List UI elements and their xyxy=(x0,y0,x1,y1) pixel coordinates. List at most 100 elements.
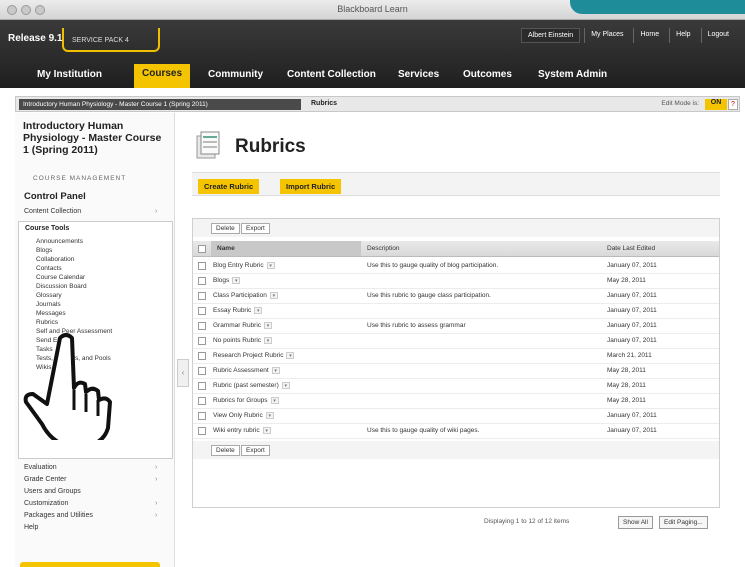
chevron-down-icon[interactable]: ▾ xyxy=(262,427,271,434)
tab-outcomes[interactable]: Outcomes xyxy=(463,69,512,80)
rubric-date: May 28, 2011 xyxy=(607,367,646,374)
row-checkbox[interactable] xyxy=(198,427,206,435)
rubric-name-link[interactable]: Rubric Assessment xyxy=(213,367,269,374)
column-date-last-edited[interactable]: Date Last Edited xyxy=(607,245,655,252)
tab-services[interactable]: Services xyxy=(398,69,439,80)
control-panel-heading: Control Panel xyxy=(24,191,86,202)
table-row: Blogs ▾ May 28, 2011 xyxy=(193,274,719,289)
rubric-name-link[interactable]: Wiki entry rubric xyxy=(213,427,260,434)
release-label: Release 9.1 xyxy=(8,33,63,44)
table-row: Rubric (past semester) ▾ May 28, 2011 xyxy=(193,379,719,394)
row-checkbox[interactable] xyxy=(198,412,206,420)
chevron-down-icon[interactable]: ▾ xyxy=(269,292,278,299)
row-checkbox[interactable] xyxy=(198,292,206,300)
row-checkbox[interactable] xyxy=(198,397,206,405)
table-row: Blog Entry Rubric ▾ Use this to gauge qua… xyxy=(193,259,719,274)
menu-help[interactable]: Help xyxy=(24,524,38,531)
chevron-down-icon[interactable]: ▾ xyxy=(266,262,275,269)
breadcrumb: Introductory Human Physiology - Master C… xyxy=(15,96,740,112)
rubric-name-link[interactable]: Essay Rubric xyxy=(213,307,251,314)
row-checkbox[interactable] xyxy=(198,382,206,390)
delete-button-bottom[interactable]: Delete xyxy=(211,445,240,456)
menu-grade-center[interactable]: Grade Center xyxy=(24,476,66,483)
delete-button[interactable]: Delete xyxy=(211,223,240,234)
rubric-name-link[interactable]: Blog Entry Rubric xyxy=(213,262,264,269)
help-link[interactable]: Help xyxy=(669,28,696,43)
tab-community[interactable]: Community xyxy=(208,69,263,80)
tab-content-collection[interactable]: Content Collection xyxy=(287,69,376,80)
row-checkbox[interactable] xyxy=(198,307,206,315)
edit-paging-button[interactable]: Edit Paging... xyxy=(659,516,708,529)
import-rubric-button[interactable]: Import Rubric xyxy=(280,179,342,194)
tool-collaboration[interactable]: Collaboration xyxy=(36,256,74,263)
help-icon[interactable]: ? xyxy=(728,99,738,110)
menu-evaluation[interactable]: Evaluation xyxy=(24,464,57,471)
rubric-name-link[interactable]: Research Project Rubric xyxy=(213,352,283,359)
decorative-ribbon xyxy=(570,0,745,14)
table-row: Wiki entry rubric ▾ Use this to gauge qua… xyxy=(193,424,719,439)
user-name-link[interactable]: Albert Einstein xyxy=(521,28,581,43)
rubric-name-link[interactable]: View Only Rubric xyxy=(213,412,263,419)
chevron-right-icon: › xyxy=(155,500,158,507)
rubric-name-link[interactable]: Grammar Rubric xyxy=(213,322,261,329)
rubric-name-link[interactable]: Rubrics for Groups xyxy=(213,397,268,404)
rubric-name-link[interactable]: No points Rubric xyxy=(213,337,261,344)
collapse-menu-handle[interactable]: ‹ xyxy=(177,359,189,387)
menu-customization[interactable]: Customization xyxy=(24,500,68,507)
row-checkbox[interactable] xyxy=(198,322,206,330)
tool-course-calendar[interactable]: Course Calendar xyxy=(36,274,85,281)
tool-glossary[interactable]: Glossary xyxy=(36,292,62,299)
tool-blogs[interactable]: Blogs xyxy=(36,247,52,254)
breadcrumb-current: Rubrics xyxy=(311,100,338,107)
tool-contacts[interactable]: Contacts xyxy=(36,265,62,272)
create-rubric-button[interactable]: Create Rubric xyxy=(198,179,260,194)
tool-announcements[interactable]: Announcements xyxy=(36,238,83,245)
chevron-down-icon[interactable]: ▾ xyxy=(264,337,273,344)
chevron-down-icon[interactable]: ▾ xyxy=(270,397,279,404)
menu-packages-utilities[interactable]: Packages and Utilities xyxy=(24,512,93,519)
tab-courses[interactable]: Courses xyxy=(134,64,191,88)
tool-journals[interactable]: Journals xyxy=(36,301,61,308)
tab-system-admin[interactable]: System Admin xyxy=(538,69,607,80)
column-name[interactable]: Name xyxy=(211,241,361,256)
logout-link[interactable]: Logout xyxy=(700,28,735,43)
column-description[interactable]: Description xyxy=(367,245,400,252)
my-places-link[interactable]: My Places xyxy=(584,28,629,43)
tab-my-institution[interactable]: My Institution xyxy=(37,69,102,80)
breadcrumb-course-link[interactable]: Introductory Human Physiology - Master C… xyxy=(19,99,301,110)
menu-users-groups[interactable]: Users and Groups xyxy=(24,488,81,495)
chevron-down-icon[interactable]: ▾ xyxy=(264,322,273,329)
select-all-checkbox[interactable] xyxy=(198,245,206,253)
row-checkbox[interactable] xyxy=(198,352,206,360)
chevron-down-icon[interactable]: ▾ xyxy=(286,352,295,359)
rubric-name-link[interactable]: Rubric (past semester) xyxy=(213,382,279,389)
home-link[interactable]: Home xyxy=(633,28,665,43)
edit-mode-toggle[interactable]: ON xyxy=(705,99,727,110)
tool-messages[interactable]: Messages xyxy=(36,310,66,317)
rubric-date: January 07, 2011 xyxy=(607,427,657,434)
tool-discussion-board[interactable]: Discussion Board xyxy=(36,283,87,290)
chevron-down-icon[interactable]: ▾ xyxy=(271,367,280,374)
rubric-date: January 07, 2011 xyxy=(607,412,657,419)
menu-content-collection[interactable]: Content Collection xyxy=(24,208,81,215)
row-checkbox[interactable] xyxy=(198,367,206,375)
course-title[interactable]: Introductory Human Physiology - Master C… xyxy=(23,120,163,156)
chevron-down-icon[interactable]: ▾ xyxy=(232,277,241,284)
tool-rubrics[interactable]: Rubrics xyxy=(36,319,58,326)
rubric-name-link[interactable]: Class Participation xyxy=(213,292,267,299)
row-checkbox[interactable] xyxy=(198,277,206,285)
export-button-bottom[interactable]: Export xyxy=(241,445,270,456)
chevron-down-icon[interactable]: ▾ xyxy=(265,412,274,419)
export-button[interactable]: Export xyxy=(241,223,270,234)
course-tools-heading[interactable]: Course Tools xyxy=(25,225,69,232)
row-checkbox[interactable] xyxy=(198,262,206,270)
chevron-right-icon: › xyxy=(155,464,158,471)
rubric-name-link[interactable]: Blogs xyxy=(213,277,229,284)
menu-bottom-accent xyxy=(20,562,160,567)
chevron-down-icon[interactable]: ▾ xyxy=(281,382,290,389)
show-all-button[interactable]: Show All xyxy=(618,516,653,529)
rubric-date: January 07, 2011 xyxy=(607,337,657,344)
rubric-date: March 21, 2011 xyxy=(607,352,652,359)
chevron-down-icon[interactable]: ▾ xyxy=(254,307,263,314)
row-checkbox[interactable] xyxy=(198,337,206,345)
